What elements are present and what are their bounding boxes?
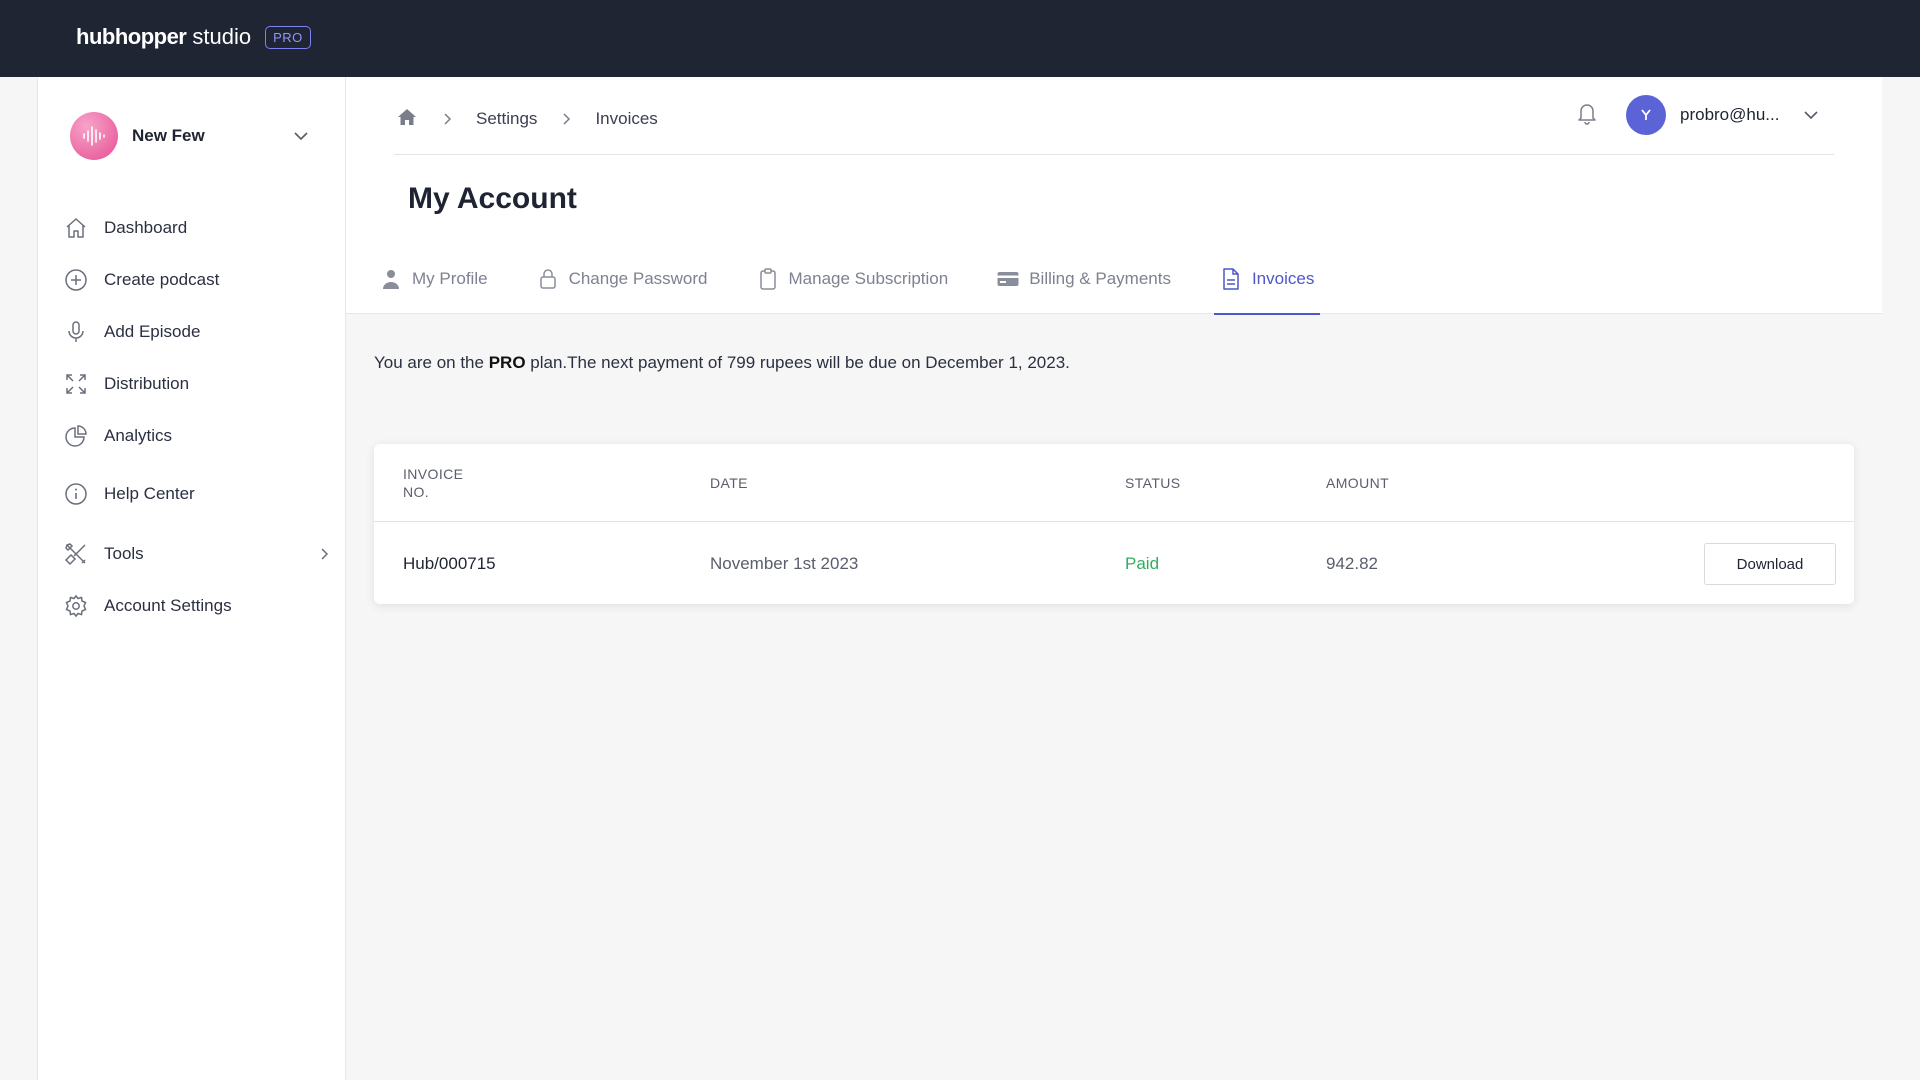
page-header: Settings Invoices probro@hu... My Accoun… xyxy=(346,77,1882,315)
pie-chart-icon xyxy=(62,422,90,450)
user-icon xyxy=(380,267,402,291)
top-bar: hubhopper studio PRO xyxy=(0,0,1920,77)
info-icon xyxy=(62,480,90,508)
sidebar-item-label: Tools xyxy=(104,544,144,563)
gear-icon xyxy=(62,592,90,620)
sidebar-item-tools[interactable]: Tools xyxy=(62,528,332,580)
tab-label: Manage Subscription xyxy=(788,269,949,288)
lock-icon xyxy=(537,267,559,291)
page-title: My Account xyxy=(408,182,577,215)
sidebar-item-help-center[interactable]: Help Center xyxy=(62,468,332,520)
sidebar-item-label: Account Settings xyxy=(104,596,232,615)
tab-my-profile[interactable]: My Profile xyxy=(374,267,494,314)
brand-name-bold: hubhopper xyxy=(76,24,187,49)
waveform-icon xyxy=(83,126,105,146)
brand-name-light: studio xyxy=(192,24,252,49)
sidebar-item-analytics[interactable]: Analytics xyxy=(62,410,332,462)
sidebar-item-distribution[interactable]: Distribution xyxy=(62,358,332,410)
expand-arrows-icon xyxy=(62,370,90,398)
user-email: probro@hu... xyxy=(1680,105,1780,124)
invoice-date: November 1st 2023 xyxy=(710,554,859,573)
bell-icon[interactable] xyxy=(1572,97,1602,129)
header-text: INVOICE xyxy=(403,466,464,482)
chevron-right-icon xyxy=(440,112,454,126)
header-text: NO. xyxy=(403,484,430,500)
status-badge: Paid xyxy=(1125,554,1160,573)
breadcrumb-settings[interactable]: Settings xyxy=(476,109,537,129)
sidebar-item-label: Dashboard xyxy=(104,218,188,237)
plan-info-suffix: plan.The next payment of 799 rupees will… xyxy=(525,353,1070,372)
column-header-invoice-no: INVOICE NO. xyxy=(403,444,463,522)
chevron-right-icon xyxy=(559,112,573,126)
invoice-number: Hub/000715 xyxy=(403,554,496,573)
plus-circle-icon xyxy=(62,266,90,294)
table-header: INVOICE NO. DATE STATUS AMOUNT xyxy=(374,444,1854,522)
chevron-right-icon xyxy=(321,548,329,560)
podcast-name: New Few xyxy=(132,126,205,145)
sidebar-item-label: Distribution xyxy=(104,374,190,393)
invoice-amount: 942.82 xyxy=(1326,554,1378,573)
home-icon[interactable] xyxy=(396,106,418,133)
sidebar-item-label: Analytics xyxy=(104,426,173,445)
sidebar-item-label: Help Center xyxy=(104,484,195,503)
tab-label: Invoices xyxy=(1251,269,1315,288)
plan-badge: PRO xyxy=(265,25,311,49)
home-icon xyxy=(62,214,90,242)
tab-invoices[interactable]: Invoices xyxy=(1213,267,1321,315)
chevron-down-icon[interactable] xyxy=(292,127,310,145)
column-header-status: STATUS xyxy=(1125,475,1181,491)
sidebar-item-dashboard[interactable]: Dashboard xyxy=(62,202,332,254)
sidebar-item-add-episode[interactable]: Add Episode xyxy=(62,306,332,358)
sidebar-item-label: Create podcast xyxy=(104,270,220,289)
column-header-amount: AMOUNT xyxy=(1326,475,1390,491)
plan-info-prefix: You are on the xyxy=(374,353,489,372)
header-divider xyxy=(394,154,1834,155)
account-tabs: My Profile Change Password Manage Subscr… xyxy=(374,267,1357,315)
column-header-date: DATE xyxy=(710,475,748,491)
microphone-icon xyxy=(62,318,90,346)
invoices-table: INVOICE NO. DATE STATUS AMOUNT Hub/000715… xyxy=(374,444,1854,604)
tab-label: Change Password xyxy=(568,269,708,288)
user-menu[interactable]: probro@hu... xyxy=(1626,95,1820,135)
tools-icon xyxy=(62,540,90,568)
avatar xyxy=(1626,95,1666,135)
breadcrumb-invoices: Invoices xyxy=(595,109,658,128)
chevron-down-icon[interactable] xyxy=(1802,106,1820,124)
download-button[interactable]: Download xyxy=(1704,543,1836,585)
table-row: Hub/000715 November 1st 2023 Paid 942.82… xyxy=(374,524,1854,604)
sidebar: New Few Dashboard Create podcast Add Epi… xyxy=(37,77,346,1080)
sidebar-item-create-podcast[interactable]: Create podcast xyxy=(62,254,332,306)
sidebar-nav: Dashboard Create podcast Add Episode Dis… xyxy=(62,202,332,632)
app-logo[interactable]: hubhopper studio PRO xyxy=(76,24,311,50)
clipboard-icon xyxy=(757,267,779,291)
plan-info: You are on the PRO plan.The next payment… xyxy=(374,353,1070,373)
tab-manage-subscription[interactable]: Manage Subscription xyxy=(751,267,955,314)
tab-label: Billing & Payments xyxy=(1029,269,1171,288)
plan-name: PRO xyxy=(488,353,526,372)
tab-change-password[interactable]: Change Password xyxy=(531,267,714,314)
sidebar-item-label: Add Episode xyxy=(104,322,201,341)
document-icon xyxy=(1220,267,1242,291)
tab-label: My Profile xyxy=(412,269,488,288)
podcast-avatar xyxy=(70,112,118,160)
breadcrumb: Settings Invoices xyxy=(396,102,658,136)
tab-billing-payments[interactable]: Billing & Payments xyxy=(991,267,1177,314)
sidebar-item-account-settings[interactable]: Account Settings xyxy=(62,580,332,632)
credit-card-icon xyxy=(997,267,1019,291)
podcast-selector[interactable]: New Few xyxy=(70,109,310,163)
